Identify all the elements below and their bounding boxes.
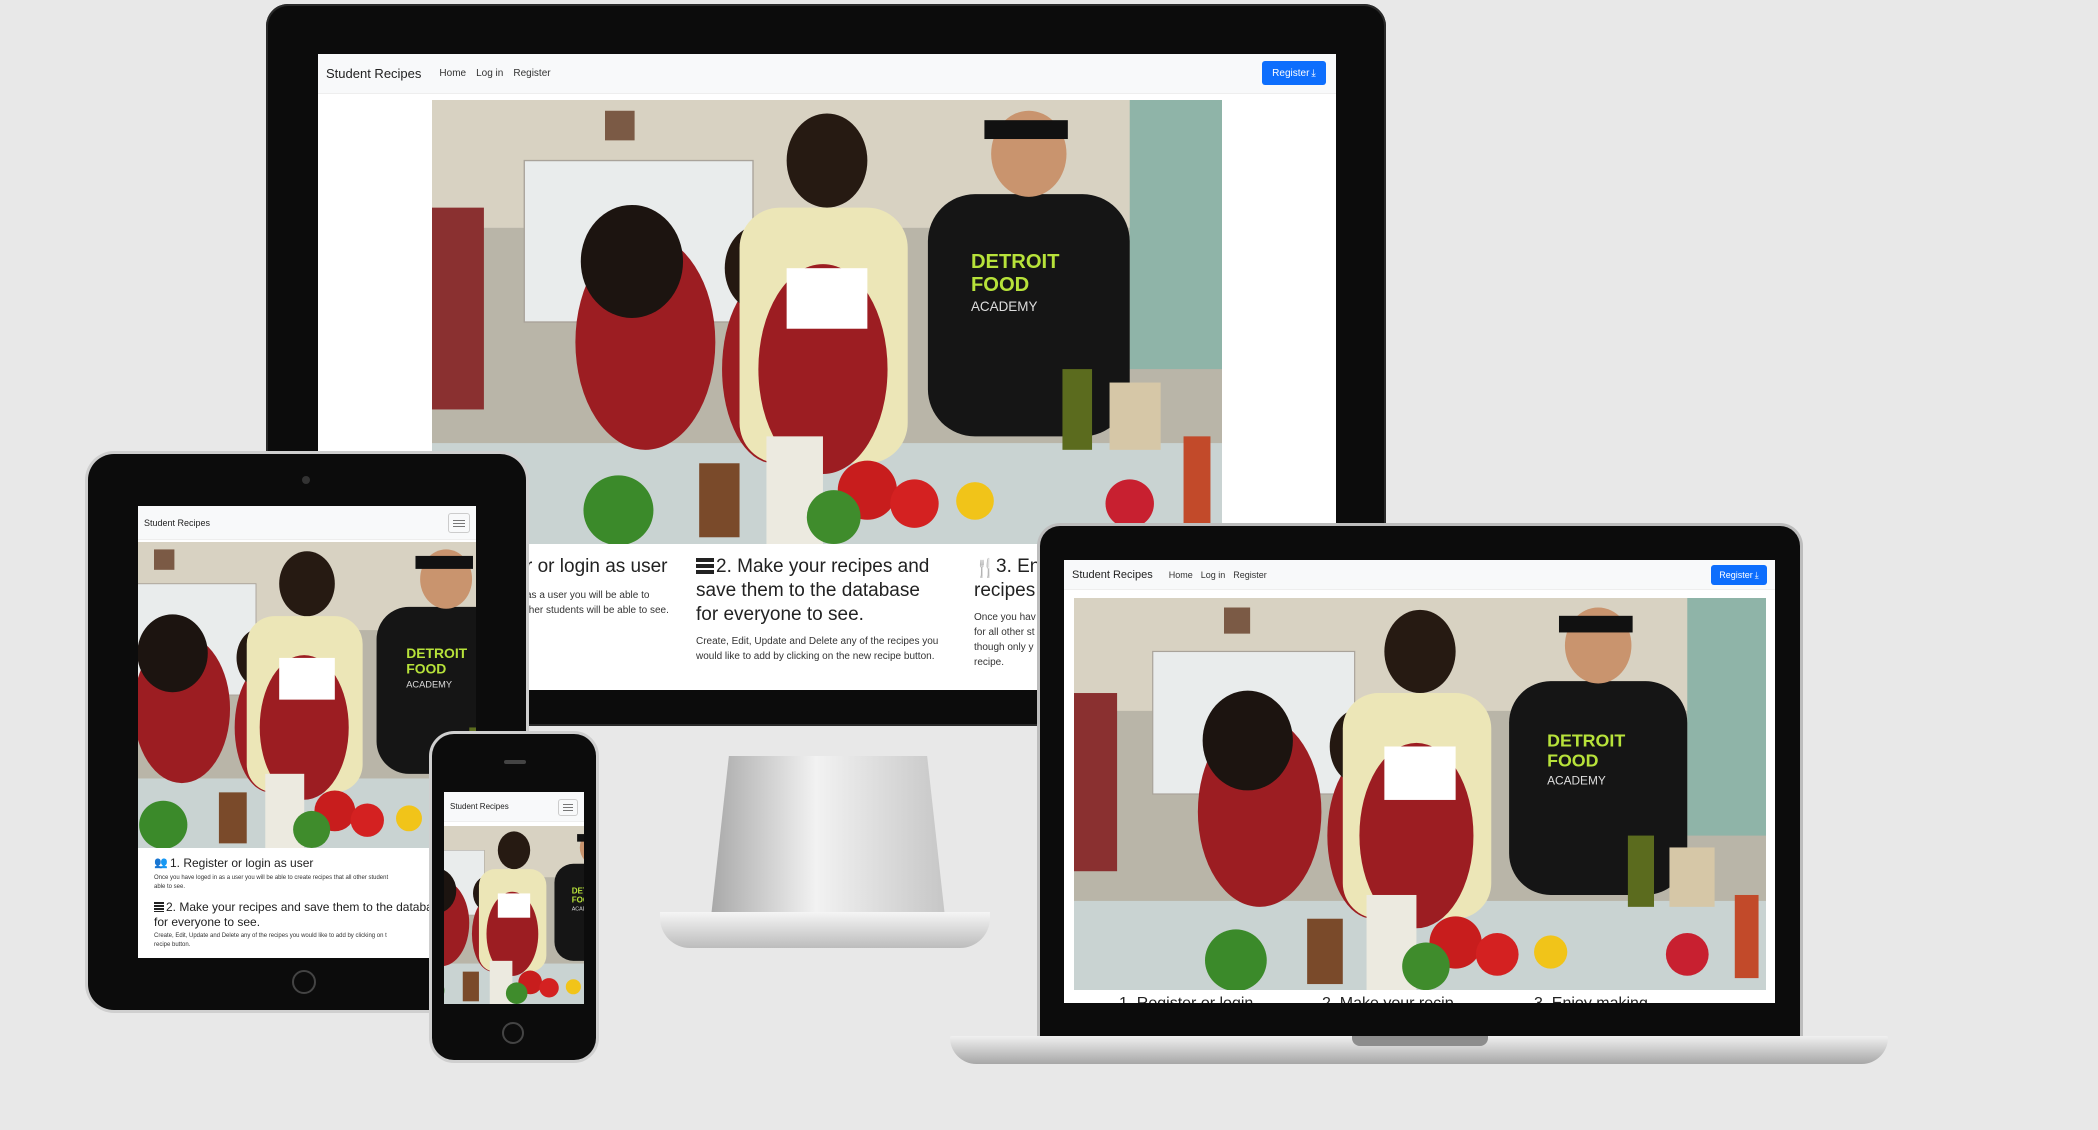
desktop-navbar: Student Recipes Home Log in Register Reg…: [318, 54, 1336, 94]
desktop-brand[interactable]: Student Recipes: [326, 66, 421, 81]
phone-speaker: [504, 760, 526, 764]
tablet-navbar: Student Recipes: [138, 506, 476, 540]
tablet-step2-text-l1: Create, Edit, Update and Delete any of t…: [154, 933, 387, 939]
download-icon: ⤓: [1754, 569, 1759, 580]
hero-photo: [138, 542, 476, 848]
tablet-step1-text-l2: able to see.: [154, 884, 186, 890]
laptop-notch: [1352, 1036, 1488, 1046]
desktop-step3-title-l2: recipes: [974, 580, 1036, 601]
desktop-step1-text-l1: as a user you will be able to: [526, 590, 650, 601]
desktop-step2-title-l1: 2. Make your recipes and: [716, 556, 930, 577]
laptop-step3-title: 3. Enjoy making: [1534, 994, 1648, 1003]
laptop-register-label: Register: [1719, 570, 1753, 580]
download-icon: ⤓: [1311, 67, 1316, 79]
laptop-step1-title: 1. Register or login: [1119, 994, 1253, 1003]
desktop-step2-text-l1: Create, Edit, Update and Delete any of t…: [696, 636, 939, 647]
hero-photo: [1074, 598, 1766, 990]
desktop-register-button[interactable]: Register ⤓: [1262, 61, 1326, 85]
desktop-step1-title: r or login as user: [526, 556, 668, 577]
utensils-icon: 🍴: [974, 558, 997, 578]
laptop-nav-register[interactable]: Register: [1233, 570, 1267, 580]
desktop-nav-home[interactable]: Home: [439, 68, 466, 79]
hamburger-line: [453, 525, 465, 527]
laptop-screen: Student Recipes Home Log in Register Reg…: [1064, 560, 1775, 1003]
laptop-navbar: Student Recipes Home Log in Register Reg…: [1064, 560, 1775, 590]
tablet-brand[interactable]: Student Recipes: [144, 518, 210, 528]
laptop-hero-image: [1074, 598, 1766, 990]
hamburger-icon: [453, 519, 465, 521]
laptop-register-button[interactable]: Register ⤓: [1711, 565, 1767, 585]
phone-screen: Student Recipes: [444, 792, 584, 1004]
tablet-camera: [302, 476, 310, 484]
phone-brand[interactable]: Student Recipes: [450, 802, 509, 811]
desktop-hero-image: [432, 100, 1222, 544]
desktop-step3-text-l3: though only y: [974, 642, 1034, 653]
laptop-nav-home[interactable]: Home: [1169, 570, 1193, 580]
phone-hero-image: [444, 826, 584, 1004]
phone-home-button[interactable]: [502, 1022, 524, 1044]
desktop-register-label: Register: [1272, 67, 1310, 79]
tablet-step2-title-l2: for everyone to see.: [154, 915, 261, 929]
desktop-nav-register[interactable]: Register: [513, 68, 550, 79]
tablet-step2-text-l2: recipe button.: [154, 942, 191, 948]
hero-photo: [432, 100, 1222, 544]
hamburger-line: [563, 807, 573, 808]
tablet-home-button[interactable]: [292, 970, 316, 994]
tablet-screen: Student Recipes 👥 1. Register or login a…: [138, 506, 476, 958]
hero-photo: [444, 826, 584, 1004]
database-icon: [154, 902, 164, 912]
desktop-stand: [710, 756, 946, 926]
desktop-step3-text-l4: recipe.: [974, 657, 1005, 668]
desktop-step2-title-l3: for everyone to see.: [696, 604, 864, 625]
tablet-step1-title: 1. Register or login as user: [170, 856, 314, 870]
desktop-step3-text-l1: Once you hav: [974, 612, 1036, 623]
desktop-step3-title-l1: 3. En: [996, 556, 1041, 577]
desktop-stand-base: [660, 912, 990, 948]
tablet-step2-title-l1: 2. Make your recipes and save them to th…: [166, 900, 433, 914]
laptop-step2-title: 2. Make your recip: [1322, 994, 1454, 1003]
desktop-step2-text-l2: would like to add by clicking on the new…: [696, 651, 935, 662]
database-icon: [696, 558, 714, 576]
tablet-step1-text-l1: Once you have loged in as a user you wil…: [154, 875, 389, 881]
hamburger-line: [563, 810, 573, 811]
users-icon: 👥: [154, 857, 168, 869]
desktop-nav-login[interactable]: Log in: [476, 68, 503, 79]
desktop-step3-text-l2: for all other st: [974, 627, 1035, 638]
desktop-step2-title-l2: save them to the database: [696, 580, 920, 601]
phone-menu-toggle[interactable]: [558, 799, 578, 816]
laptop-brand[interactable]: Student Recipes: [1072, 569, 1153, 581]
hamburger-icon: [563, 804, 573, 805]
laptop-nav-login[interactable]: Log in: [1201, 570, 1226, 580]
tablet-menu-toggle[interactable]: [448, 513, 470, 533]
desktop-step1-text-l2: ther students will be able to see.: [526, 605, 669, 616]
tablet-hero-image: [138, 542, 476, 848]
hamburger-line: [453, 522, 465, 524]
